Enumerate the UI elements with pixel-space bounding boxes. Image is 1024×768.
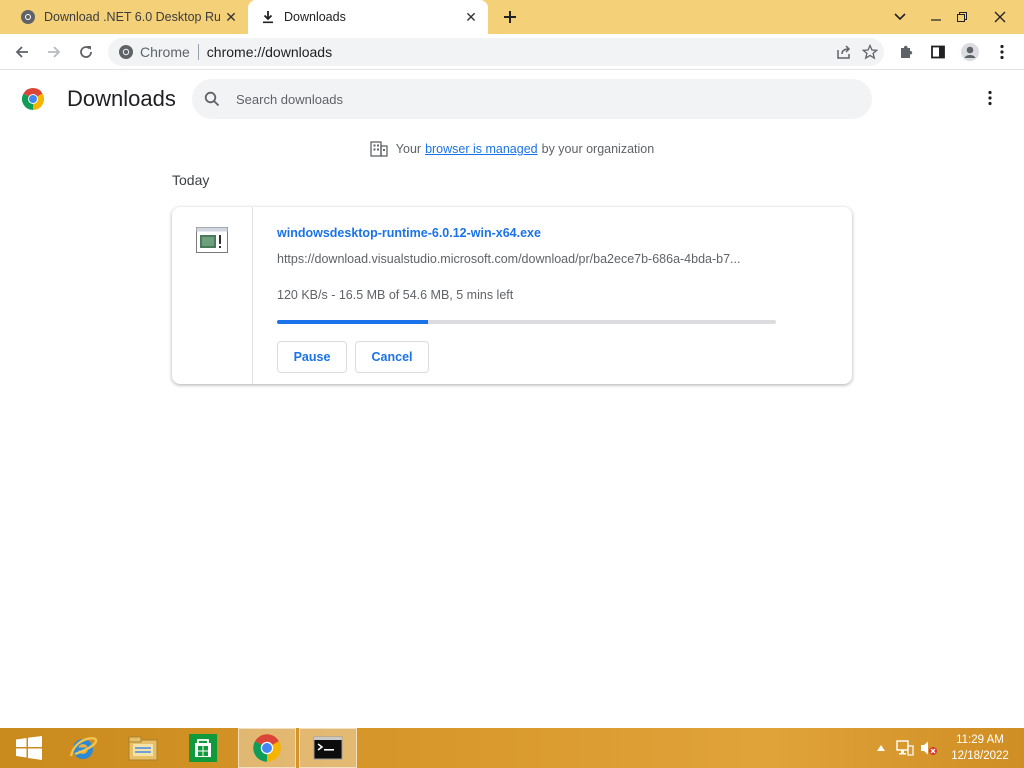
address-bar[interactable]: Chrome chrome://downloads — [108, 38, 884, 66]
tab-downloads[interactable]: Downloads ✕ — [248, 0, 488, 34]
chrome-icon — [20, 9, 36, 25]
side-panel-icon — [931, 45, 945, 59]
tab-dotnet[interactable]: Download .NET 6.0 Desktop Runt ✕ — [8, 0, 248, 34]
chevron-up-icon — [877, 745, 885, 751]
file-icon-column — [172, 207, 253, 384]
taskbar-command-prompt[interactable] — [299, 728, 357, 768]
clock-date: 12/18/2022 — [951, 750, 1009, 762]
chrome-menu-button[interactable] — [988, 38, 1016, 66]
taskbar-file-explorer[interactable] — [114, 728, 172, 768]
more-vert-icon — [988, 90, 992, 106]
site-label: Chrome — [140, 44, 190, 60]
downloads-header: Downloads — [0, 70, 1024, 128]
close-icon[interactable]: ✕ — [460, 6, 482, 28]
chevron-down-icon — [894, 13, 906, 21]
chrome-icon — [119, 45, 133, 59]
close-icon — [994, 11, 1006, 23]
managed-text-prefix: Your — [395, 142, 422, 156]
windows-taskbar: 11:29 AM 12/18/2022 — [0, 728, 1024, 768]
minimize-icon — [931, 19, 941, 21]
clock-time: 11:29 AM — [956, 734, 1004, 746]
forward-button[interactable] — [40, 38, 68, 66]
source-url[interactable]: https://download.visualstudio.microsoft.… — [277, 252, 777, 266]
tab-title: Downloads — [284, 10, 346, 24]
progress-bar — [277, 320, 776, 324]
back-button[interactable] — [8, 38, 36, 66]
managed-notice: Your browser is managed by your organiza… — [0, 140, 1024, 158]
close-icon[interactable]: ✕ — [220, 6, 242, 28]
bookmark-star-icon[interactable] — [862, 44, 878, 60]
download-status: 120 KB/s - 16.5 MB of 54.6 MB, 5 mins le… — [277, 288, 514, 302]
search-downloads[interactable] — [192, 79, 872, 119]
more-vert-icon — [1000, 44, 1004, 60]
browser-toolbar: Chrome chrome://downloads — [0, 34, 1024, 70]
download-icon — [260, 9, 276, 25]
taskbar-chrome[interactable] — [238, 728, 296, 768]
file-name-link[interactable]: windowsdesktop-runtime-6.0.12-win-x64.ex… — [277, 226, 541, 240]
profile-button[interactable] — [956, 38, 984, 66]
taskbar-internet-explorer[interactable] — [54, 728, 112, 768]
share-icon[interactable] — [836, 44, 852, 60]
file-explorer-icon — [128, 736, 158, 761]
volume-tray-button[interactable] — [918, 728, 940, 768]
site-info-chip[interactable]: Chrome — [108, 44, 190, 60]
back-arrow-icon — [15, 46, 28, 58]
cancel-button[interactable]: Cancel — [355, 341, 429, 373]
download-item: windowsdesktop-runtime-6.0.12-win-x64.ex… — [172, 207, 852, 384]
search-input[interactable] — [236, 91, 836, 107]
url-text[interactable]: chrome://downloads — [207, 44, 332, 60]
extensions-button[interactable] — [892, 38, 920, 66]
network-icon — [896, 740, 914, 756]
managed-text-suffix: by your organization — [541, 142, 655, 156]
start-button[interactable] — [0, 728, 58, 768]
reload-icon — [80, 46, 92, 58]
speaker-muted-icon — [921, 741, 937, 755]
chrome-logo-icon — [21, 88, 45, 110]
building-icon — [370, 141, 388, 157]
pause-button[interactable]: Pause — [277, 341, 347, 373]
page-title: Downloads — [67, 86, 176, 111]
avatar-icon — [961, 43, 979, 61]
downloads-menu-button[interactable] — [980, 88, 1000, 108]
cmd-icon — [313, 736, 343, 760]
progress-fill — [277, 320, 428, 324]
side-panel-button[interactable] — [924, 38, 952, 66]
new-tab-button[interactable] — [498, 5, 522, 29]
restore-button[interactable] — [946, 0, 978, 34]
tab-search-button[interactable] — [884, 0, 916, 34]
tab-title: Download .NET 6.0 Desktop Runt — [44, 10, 220, 24]
puzzle-icon — [901, 45, 913, 58]
network-tray-button[interactable] — [894, 728, 916, 768]
chrome-icon — [253, 734, 281, 762]
exe-file-icon — [196, 227, 228, 253]
search-icon — [204, 91, 220, 107]
tab-strip: Download .NET 6.0 Desktop Runt ✕ Downloa… — [0, 0, 1024, 34]
start-icon — [16, 736, 42, 760]
reload-button[interactable] — [72, 38, 100, 66]
forward-arrow-icon — [48, 46, 61, 58]
close-window-button[interactable] — [984, 0, 1016, 34]
internet-explorer-icon — [69, 737, 98, 759]
plus-icon — [504, 11, 516, 23]
date-heading: Today — [172, 172, 210, 188]
divider — [197, 44, 199, 60]
restore-icon — [957, 12, 967, 22]
managed-link[interactable]: browser is managed — [425, 142, 538, 156]
show-hidden-icons-button[interactable] — [874, 728, 888, 768]
taskbar-store[interactable] — [174, 728, 232, 768]
store-icon — [189, 734, 217, 762]
taskbar-clock[interactable]: 11:29 AM 12/18/2022 — [940, 732, 1020, 764]
